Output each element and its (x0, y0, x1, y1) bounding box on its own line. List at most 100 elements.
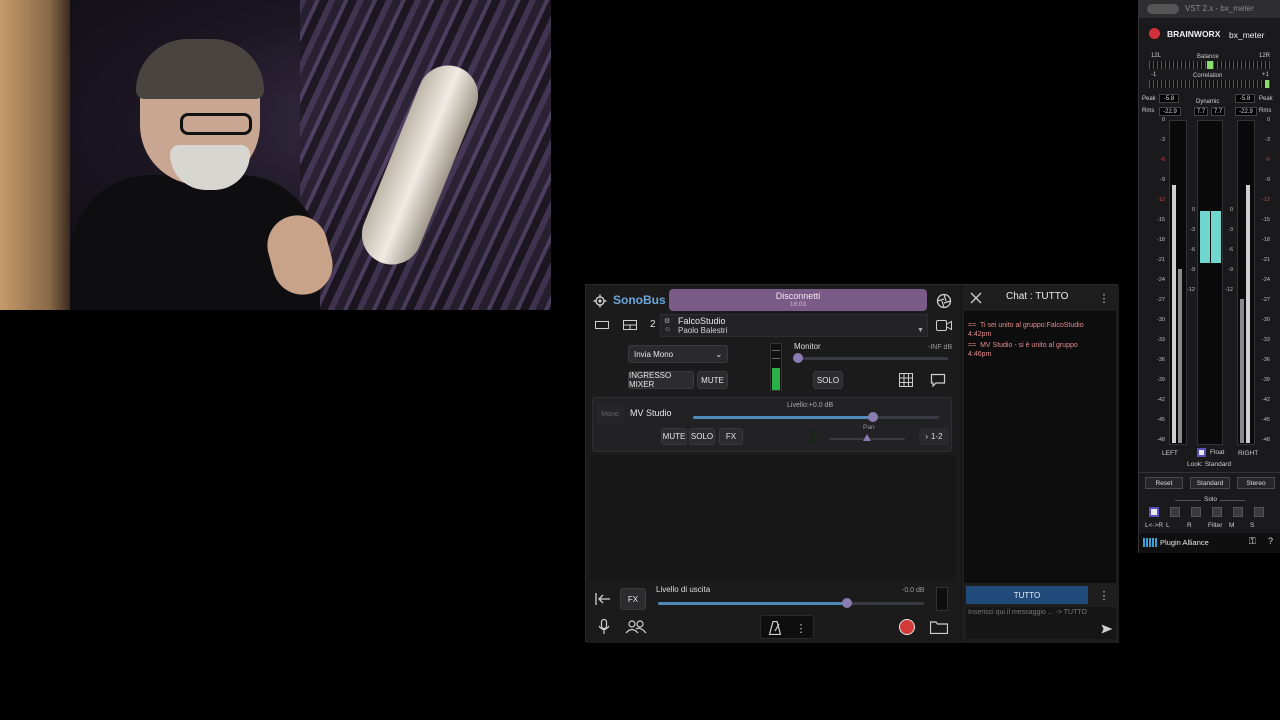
peer-level-meter (811, 430, 814, 444)
settings-gear-icon[interactable] (592, 293, 608, 309)
send-icon[interactable] (1100, 623, 1114, 635)
scale-tick-label: -48 (1262, 437, 1270, 443)
chat-target-menu-icon[interactable]: ⋮ (1098, 587, 1110, 603)
webcam-feed (0, 0, 551, 310)
chat-messages: == Ti sei unito al gruppo:FalcoStudio 4:… (964, 311, 1116, 583)
solo-toggle-4[interactable] (1233, 507, 1243, 517)
aperture-icon[interactable] (935, 292, 953, 310)
monitor-slider[interactable] (793, 353, 948, 363)
peer-channels-button[interactable]: › 1-2 (919, 428, 949, 445)
monitor-solo-button[interactable]: SOLO (813, 371, 843, 389)
input-mixer-button[interactable]: INGRESSO MIXER (628, 371, 694, 389)
scale-tick-label: -18 (1157, 237, 1165, 243)
chat-input[interactable]: Inserisci qui il messaggio ... -> TUTTO (966, 607, 1116, 639)
peer-solo-button[interactable]: SOLO (689, 428, 715, 445)
video-camera-icon[interactable] (935, 318, 953, 332)
scale-tick-label: -9 (1160, 177, 1165, 183)
left-rms-bar (1178, 269, 1182, 443)
peer-mono-button[interactable]: Mono (596, 404, 624, 424)
solo-toggle-1[interactable] (1170, 507, 1180, 517)
peer-fx-button[interactable]: FX (719, 428, 743, 445)
peer-level-label: Livello:+0.0 dB (787, 402, 834, 409)
divider (1139, 472, 1280, 473)
peers-people-icon[interactable] (624, 618, 648, 636)
reset-button[interactable]: Reset (1145, 477, 1183, 489)
standard-button[interactable]: Standard (1190, 477, 1230, 489)
group-selector[interactable]: ⚙ FalcoStudio ☺ Paolo Balestri ▼ (660, 314, 928, 337)
scale-tick-label: -3 (1265, 137, 1270, 143)
scale-tick-label: -45 (1157, 417, 1165, 423)
scale-tick-label: -15 (1262, 217, 1270, 223)
bx-footer: Plugin Alliance ⚿ ? (1139, 533, 1280, 553)
scale-tick-label: -27 (1262, 297, 1270, 303)
grid-icon[interactable] (896, 371, 916, 389)
scale-tick-label: -42 (1262, 397, 1270, 403)
output-level-meter (936, 587, 948, 611)
scale-tick-label: -6 (1265, 157, 1270, 163)
balance-right-label: 12R (1259, 53, 1271, 59)
layout-split-icon[interactable] (622, 317, 638, 333)
help-button[interactable]: ? (1268, 536, 1273, 546)
balance-indicator (1207, 61, 1213, 69)
rms-right-value: -22.9 (1235, 107, 1257, 116)
metronome-icon[interactable] (767, 620, 783, 636)
chat-menu-icon[interactable]: ⋮ (1098, 290, 1110, 306)
solo-toggle-label: R (1187, 522, 1192, 529)
folder-icon[interactable] (929, 618, 949, 636)
chevron-right-icon: › (925, 432, 929, 441)
message-time: 4:46pm (968, 351, 992, 358)
output-level-slider[interactable] (658, 598, 924, 608)
group-name: FalcoStudio (678, 316, 726, 326)
peer-level-knob[interactable] (867, 412, 878, 422)
correlation-right-label: +1 (1262, 72, 1269, 78)
collapse-left-icon[interactable] (594, 590, 612, 608)
peer-pan-knob[interactable] (863, 434, 871, 441)
monitor-slider-knob[interactable] (793, 353, 803, 363)
key-icon[interactable]: ⚿ (1249, 536, 1256, 547)
output-fx-button[interactable]: FX (620, 588, 646, 610)
webcam-person (70, 39, 340, 310)
balance-label: Balance (1197, 54, 1219, 60)
message-prefix: == (968, 342, 977, 349)
peer-level-slider[interactable] (693, 412, 939, 422)
layout-single-icon[interactable] (594, 317, 610, 333)
output-level-knob[interactable] (841, 598, 852, 608)
peer-mute-button[interactable]: MUTE (661, 428, 687, 445)
peer-pan-slider[interactable] (829, 434, 905, 441)
solo-toggle-5[interactable] (1254, 507, 1264, 517)
message-text: MV Studio - si è unito al gruppo (980, 342, 1078, 349)
float-label: Float (1210, 449, 1225, 456)
stereo-button[interactable]: Stereo (1237, 477, 1275, 489)
power-toggle[interactable] (1147, 4, 1179, 14)
person-glasses (180, 113, 252, 135)
peers-area (590, 455, 956, 580)
input-mute-button[interactable]: MUTE (697, 371, 728, 389)
solo-toggle-label: M (1229, 522, 1235, 529)
rms-label-right: Rms (1259, 108, 1272, 114)
record-button[interactable] (899, 619, 915, 635)
metronome-control[interactable]: ⋮ (760, 615, 814, 639)
balance-meter (1149, 61, 1271, 69)
dynamic-right-value: 7.7 (1211, 107, 1225, 116)
scale-tick-label: -48 (1157, 437, 1165, 443)
app-title: SonoBus (613, 293, 666, 307)
scale-tick-label: -6 (1160, 157, 1165, 163)
correlation-meter (1149, 80, 1271, 88)
float-checkbox[interactable] (1197, 448, 1206, 457)
send-mode-select[interactable]: Invia Mono ⌄ (628, 345, 728, 363)
chat-target-button[interactable]: TUTTO (966, 586, 1088, 604)
disconnect-button[interactable]: Disconnetti 18:03 (669, 289, 927, 311)
close-icon[interactable] (968, 290, 984, 306)
microphone-icon[interactable] (596, 618, 612, 636)
meter-tick (772, 358, 780, 359)
chat-bubble-icon[interactable] (928, 371, 948, 389)
solo-toggle-2[interactable] (1191, 507, 1201, 517)
scale-tick-label: -21 (1262, 257, 1270, 263)
correlation-label: Correlation (1193, 73, 1223, 79)
peer-strip: Mono MV Studio Livello:+0.0 dB MUTE SOLO… (592, 397, 952, 452)
more-options-icon[interactable]: ⋮ (795, 619, 807, 637)
monitor-value: -INF dB (928, 344, 953, 351)
solo-toggle-0[interactable] (1149, 507, 1159, 517)
solo-toggle-3[interactable] (1212, 507, 1222, 517)
solo-toggle-label: L<->R (1145, 522, 1164, 529)
